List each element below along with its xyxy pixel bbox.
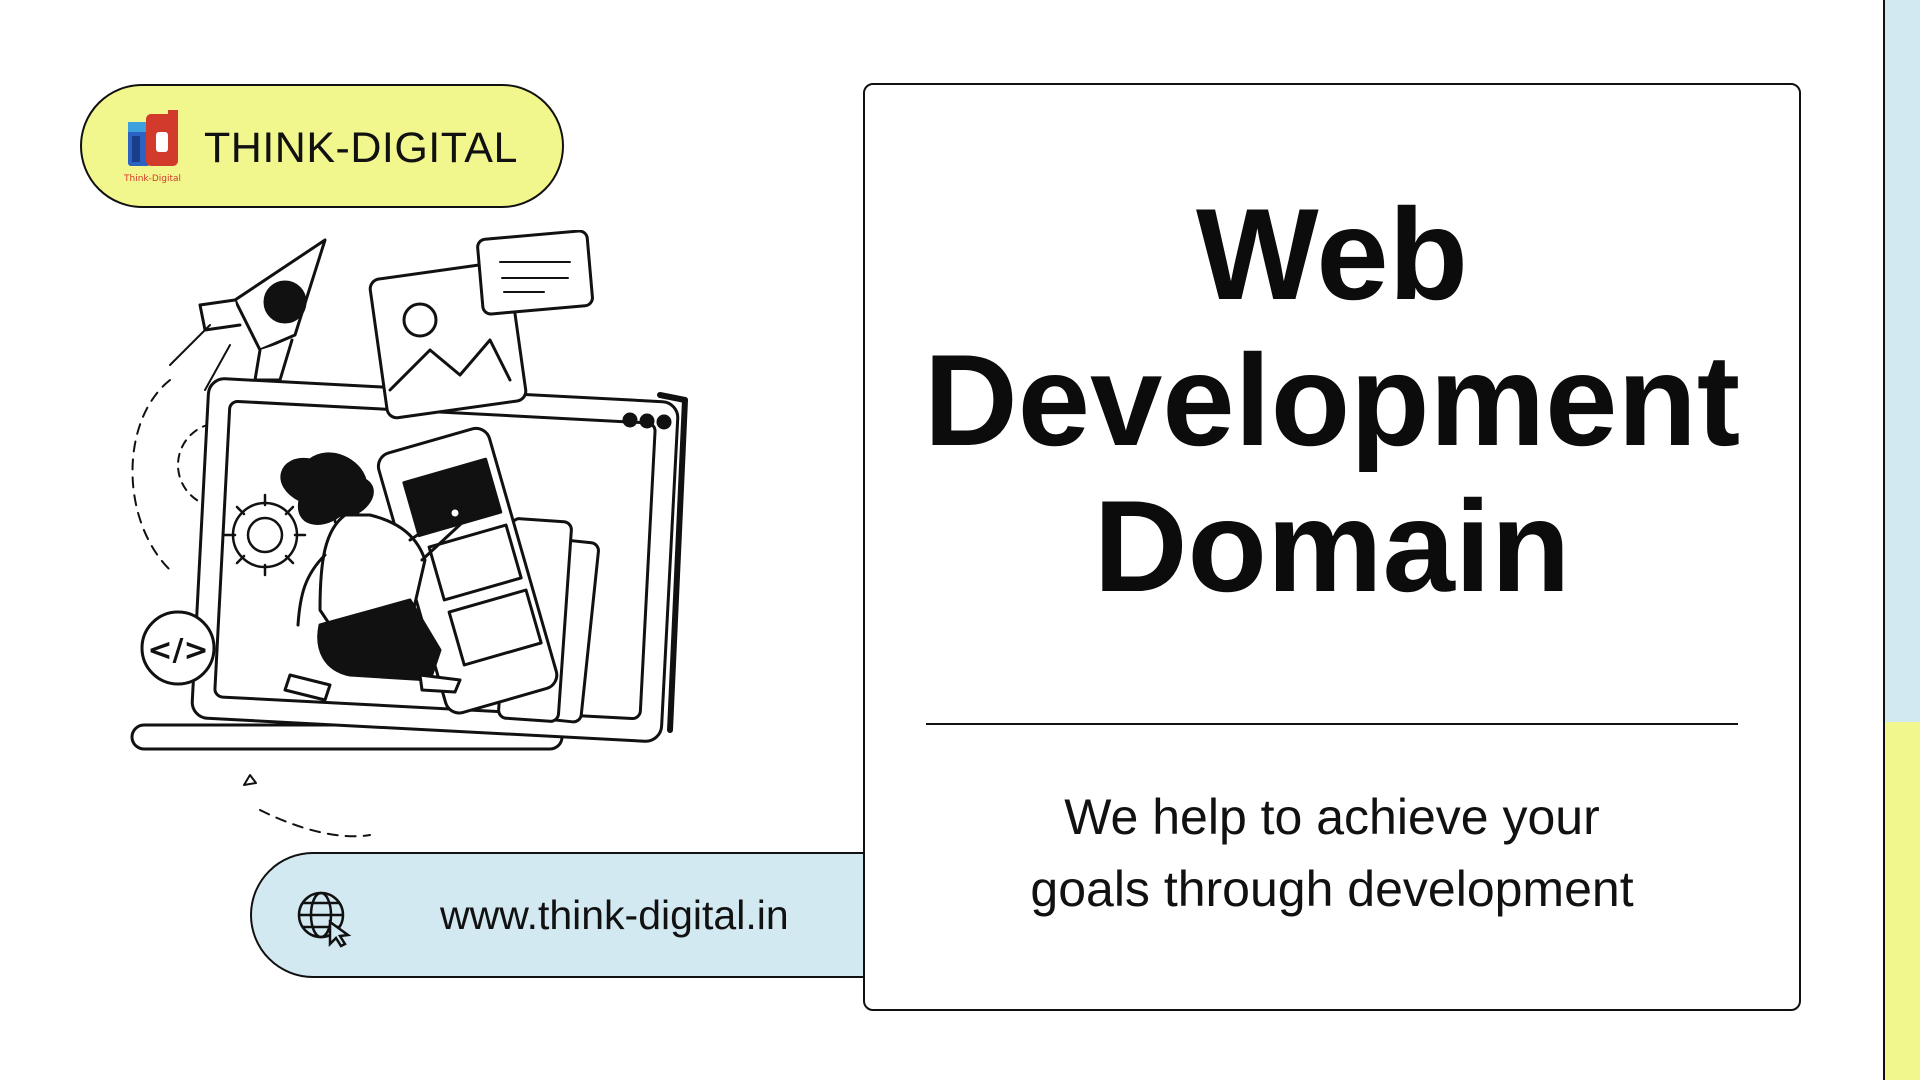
website-badge: www.think-digital.in [250,852,934,978]
card-title-line: Development [923,327,1741,473]
card-title-line: Domain [1093,473,1571,619]
card-title: Web Development Domain [865,181,1799,619]
brand-badge: Think-Digital THINK-DIGITAL [80,84,564,208]
brand-name: THINK-DIGITAL [204,124,518,172]
card-title-line: Web [1195,181,1469,327]
card-tagline-line: We help to achieve your [1064,789,1600,845]
domain-card: Web Development Domain We help to achiev… [863,83,1801,1011]
card-tagline-line: goals through development [1030,861,1634,917]
logo-caption: Think-Digital [124,174,182,184]
card-tagline: We help to achieve your goals through de… [865,781,1799,925]
code-badge-text: </> [147,633,208,668]
card-divider [926,723,1738,725]
web-developer-illustration: </> [130,230,688,838]
decorative-strip-yellow [1883,722,1920,1080]
website-url[interactable]: www.think-digital.in [440,892,789,939]
decorative-strip-blue [1883,0,1920,722]
globe-cursor-icon [297,891,352,948]
rd-logo-icon [128,110,178,166]
